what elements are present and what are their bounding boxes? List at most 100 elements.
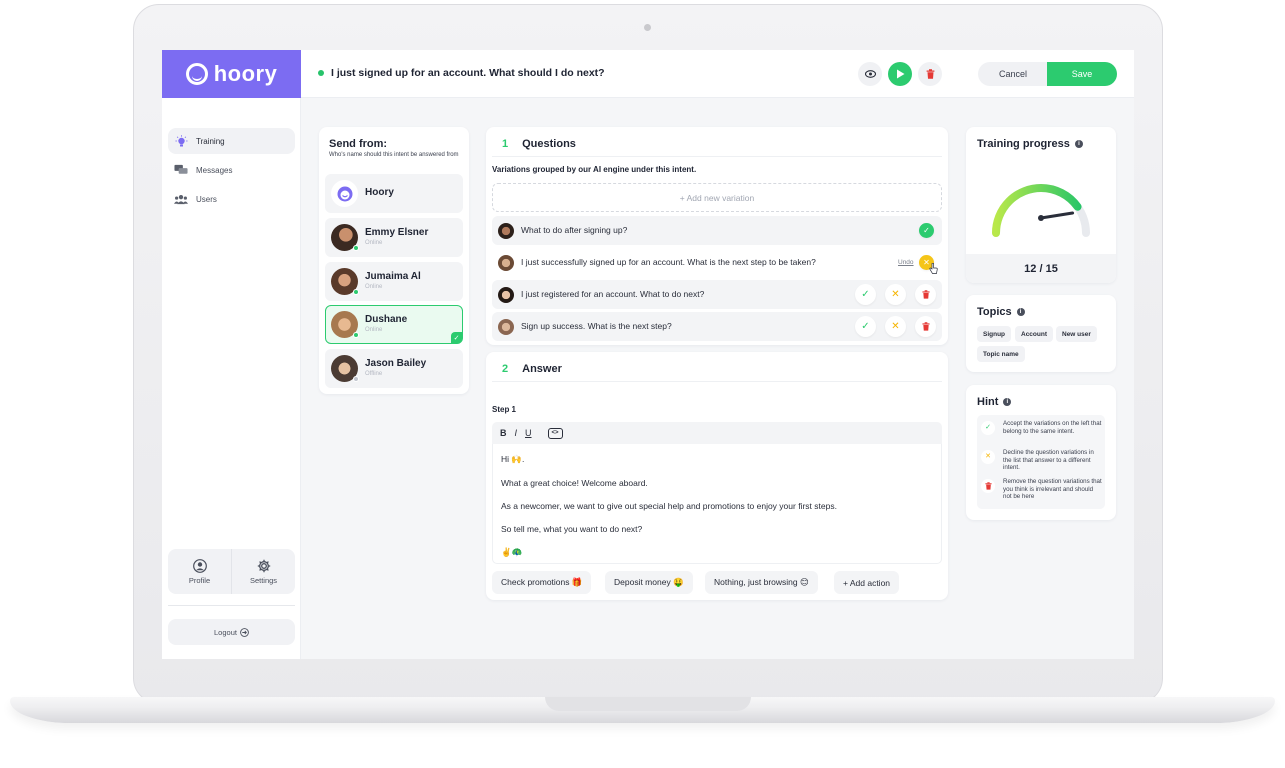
questions-card: 1 Questions Variations grouped by our AI…	[486, 127, 948, 345]
settings-button[interactable]: Settings	[231, 549, 295, 594]
variation-row[interactable]: I just successfully signed up for an acc…	[492, 248, 942, 277]
topic-tag[interactable]: Signup	[977, 326, 1012, 342]
sender-option-hoory[interactable]: Hoory	[325, 174, 463, 213]
hint-item: ✕ Decline the question variations in the…	[981, 449, 1103, 472]
topics-card: Topics i Signup Account New user Topic n…	[966, 295, 1116, 372]
editor-toolbar: B I U <>	[492, 422, 942, 444]
sender-name: Jumaima Al	[365, 271, 421, 282]
info-icon[interactable]: i	[1016, 308, 1025, 316]
send-from-title: Send from:	[329, 138, 388, 150]
hint-list: ✓ Accept the variations on the left that…	[977, 415, 1105, 509]
topics-title: Topics i	[977, 306, 1025, 318]
italic-button[interactable]: I	[515, 428, 518, 438]
sidebar-item-label: Training	[196, 136, 225, 146]
profile-icon	[192, 558, 207, 573]
undo-link[interactable]: Undo	[898, 259, 914, 266]
progress-gauge	[992, 184, 1090, 237]
decline-button[interactable]: ✕	[885, 316, 906, 337]
sidebar-item-label: Users	[196, 194, 217, 204]
action-chip[interactable]: Nothing, just browsing 😊	[705, 571, 818, 594]
answer-editor[interactable]: Hi 🙌. What a great choice! Welcome aboar…	[492, 444, 942, 564]
send-from-card: Send from: Who's name should this intent…	[319, 127, 469, 394]
bottom-tools: Profile Settings	[168, 549, 295, 594]
accepted-check-icon[interactable]: ✓	[919, 223, 934, 238]
add-action-button[interactable]: + Add action	[834, 571, 900, 594]
answer-line: As a newcomer, we want to give out speci…	[501, 501, 837, 511]
app-screen: hoory I just signed up for an account. W…	[162, 50, 1134, 659]
sender-status: Online	[365, 327, 383, 333]
send-from-subtitle: Who's name should this intent be answere…	[329, 152, 459, 158]
avatar	[498, 255, 514, 271]
sidebar-item-users[interactable]: Users	[168, 186, 295, 212]
action-chip[interactable]: Deposit money 🤑	[605, 571, 693, 594]
sender-option-emmy[interactable]: Emmy Elsner Online	[325, 218, 463, 257]
bold-button[interactable]: B	[500, 428, 507, 438]
code-icon[interactable]: <>	[547, 427, 563, 439]
add-variation-button[interactable]: + Add new variation	[492, 183, 942, 212]
brand-name: hoory	[213, 61, 278, 86]
underline-button[interactable]: U	[525, 428, 532, 438]
sender-status: Online	[365, 284, 383, 290]
sender-name: Jason Bailey	[365, 358, 427, 369]
intent-title-text: I just signed up for an account. What sh…	[331, 67, 605, 79]
save-button[interactable]: Save	[1047, 62, 1117, 86]
check-icon: ✓	[981, 421, 995, 435]
accept-button[interactable]: ✓	[855, 284, 876, 305]
card-title-text: Topics	[977, 306, 1012, 318]
progress-value: 12 / 15	[966, 254, 1116, 283]
logout-button[interactable]: Logout	[168, 619, 295, 645]
answer-line: Hi 🙌.	[501, 454, 525, 464]
sidebar-item-training[interactable]: Training	[168, 128, 295, 154]
preview-button[interactable]	[858, 62, 882, 86]
avatar	[498, 223, 514, 239]
topic-tag[interactable]: New user	[1056, 326, 1097, 342]
decline-button[interactable]: ✕	[885, 284, 906, 305]
cursor-pointer-icon	[929, 263, 938, 274]
questions-header: 1 Questions	[492, 133, 942, 157]
delete-button[interactable]	[918, 62, 942, 86]
status-dot	[318, 70, 324, 76]
brand-logo[interactable]: hoory	[162, 50, 301, 98]
sender-status: Online	[365, 240, 383, 246]
sender-name: Hoory	[365, 187, 394, 198]
variation-text: Sign up success. What is the next step?	[521, 321, 672, 331]
play-icon	[896, 69, 904, 79]
topic-tag[interactable]: Account	[1015, 326, 1053, 342]
hoory-avatar-icon	[331, 180, 358, 207]
selected-check-icon: ✓	[451, 332, 462, 343]
hint-card: Hint i ✓ Accept the variations on the le…	[966, 385, 1116, 520]
sidebar-item-messages[interactable]: Messages	[168, 157, 295, 183]
x-icon: ✕	[981, 450, 995, 464]
trash-icon	[921, 322, 930, 331]
cancel-button[interactable]: Cancel	[978, 62, 1048, 86]
card-title-text: Hint	[977, 396, 999, 408]
sender-option-jason[interactable]: Jason Bailey Offline	[325, 349, 463, 388]
info-icon[interactable]: i	[1003, 398, 1012, 406]
profile-button[interactable]: Profile	[168, 549, 231, 594]
logout-label: Logout	[214, 627, 237, 637]
sender-option-dushane[interactable]: Dushane Online ✓	[325, 305, 463, 344]
users-icon	[174, 193, 188, 205]
accept-button[interactable]: ✓	[855, 316, 876, 337]
training-progress-card: Training progress i 12 / 15	[966, 127, 1116, 283]
variation-row[interactable]: I just registered for an account. What t…	[492, 280, 942, 309]
action-chip[interactable]: Check promotions 🎁	[492, 571, 592, 594]
remove-button[interactable]	[915, 316, 936, 337]
section-number: 2	[502, 362, 509, 375]
variation-row[interactable]: What to do after signing up? ✓	[492, 216, 942, 245]
topic-tag[interactable]: Topic name	[977, 346, 1025, 362]
trash-icon	[921, 290, 930, 299]
logout-icon	[240, 627, 249, 637]
variation-row[interactable]: Sign up success. What is the next step? …	[492, 312, 942, 341]
card-title-text: Training progress	[977, 138, 1070, 150]
info-icon[interactable]: i	[1074, 140, 1083, 148]
answer-line: What a great choice! Welcome aboard.	[501, 478, 648, 488]
step-label: Step 1	[492, 405, 517, 414]
hint-item: ✓ Accept the variations on the left that…	[981, 420, 1103, 435]
sender-option-jumaima[interactable]: Jumaima Al Online	[325, 262, 463, 301]
profile-label: Profile	[188, 575, 211, 585]
remove-button[interactable]	[915, 284, 936, 305]
intent-title: I just signed up for an account. What sh…	[318, 67, 605, 79]
avatar	[498, 287, 514, 303]
play-button[interactable]	[888, 62, 912, 86]
